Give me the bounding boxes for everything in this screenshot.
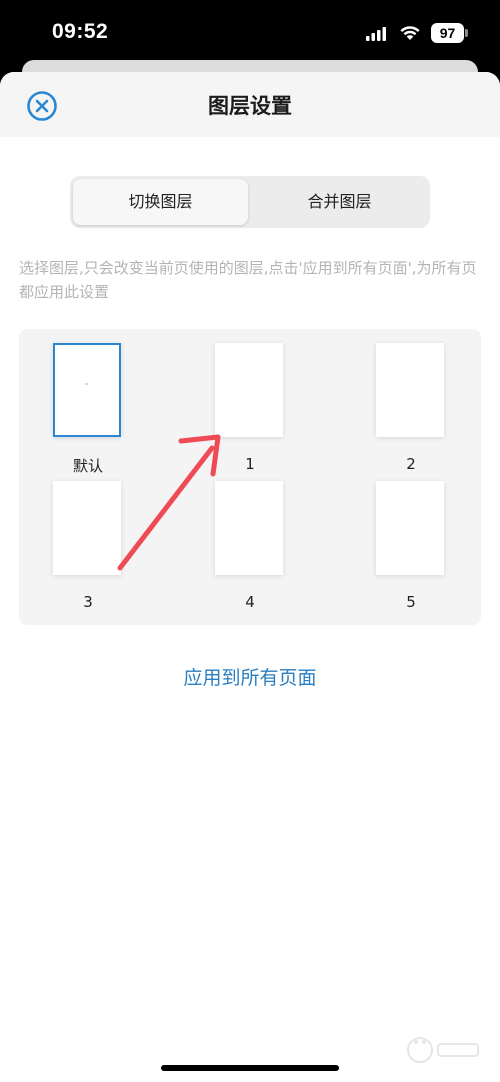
- watermark-logo-icon: [407, 1037, 479, 1063]
- tab-switch-layer[interactable]: 切换图层: [73, 179, 248, 225]
- signal-icon: [366, 27, 386, 41]
- layer-item-2[interactable]: 2: [356, 343, 466, 473]
- status-time: 09:52: [52, 20, 109, 43]
- layer-description: 选择图层,只会改变当前页使用的图层,点击'应用到所有页面',为所有页都应用此设置: [19, 259, 477, 301]
- sheet-header: 图层设置: [0, 72, 500, 137]
- layer-label: 2: [406, 455, 416, 473]
- layer-grid: 默认 1 2 3 4 5: [19, 329, 481, 625]
- layer-thumbnail[interactable]: [215, 481, 283, 575]
- layer-label: 默认: [72, 457, 103, 475]
- layer-item-4[interactable]: 4: [195, 481, 305, 611]
- page-title: 图层设置: [208, 94, 292, 118]
- thumb-mark: [85, 383, 88, 385]
- layer-label: 3: [83, 593, 93, 611]
- wifi-icon: [400, 26, 420, 40]
- layer-item-5[interactable]: 5: [356, 481, 466, 611]
- layer-label: 1: [245, 455, 255, 473]
- layer-thumbnail[interactable]: [376, 481, 444, 575]
- layer-item-3[interactable]: 3: [33, 481, 143, 611]
- layer-item-1[interactable]: 1: [195, 343, 305, 473]
- layer-thumbnail[interactable]: [376, 343, 444, 437]
- home-indicator[interactable]: [161, 1065, 339, 1071]
- layer-label: 4: [245, 593, 255, 611]
- layer-label: 5: [406, 593, 416, 611]
- layer-settings-sheet: 图层设置 切换图层 合并图层 选择图层,只会改变当前页使用的图层,点击'应用到所…: [0, 72, 500, 1082]
- layer-mode-tabs: 切换图层 合并图层: [70, 176, 430, 228]
- layer-thumbnail[interactable]: [53, 481, 121, 575]
- status-bar: 09:52 97: [0, 0, 500, 62]
- battery-cap: [465, 29, 468, 37]
- battery-icon: 97: [431, 23, 464, 43]
- layer-item-default[interactable]: 默认: [33, 343, 143, 475]
- apply-to-all-pages-link[interactable]: 应用到所有页面: [0, 663, 500, 690]
- tab-merge-layer[interactable]: 合并图层: [252, 179, 427, 225]
- layer-thumbnail[interactable]: [215, 343, 283, 437]
- layer-thumbnail[interactable]: [53, 343, 121, 437]
